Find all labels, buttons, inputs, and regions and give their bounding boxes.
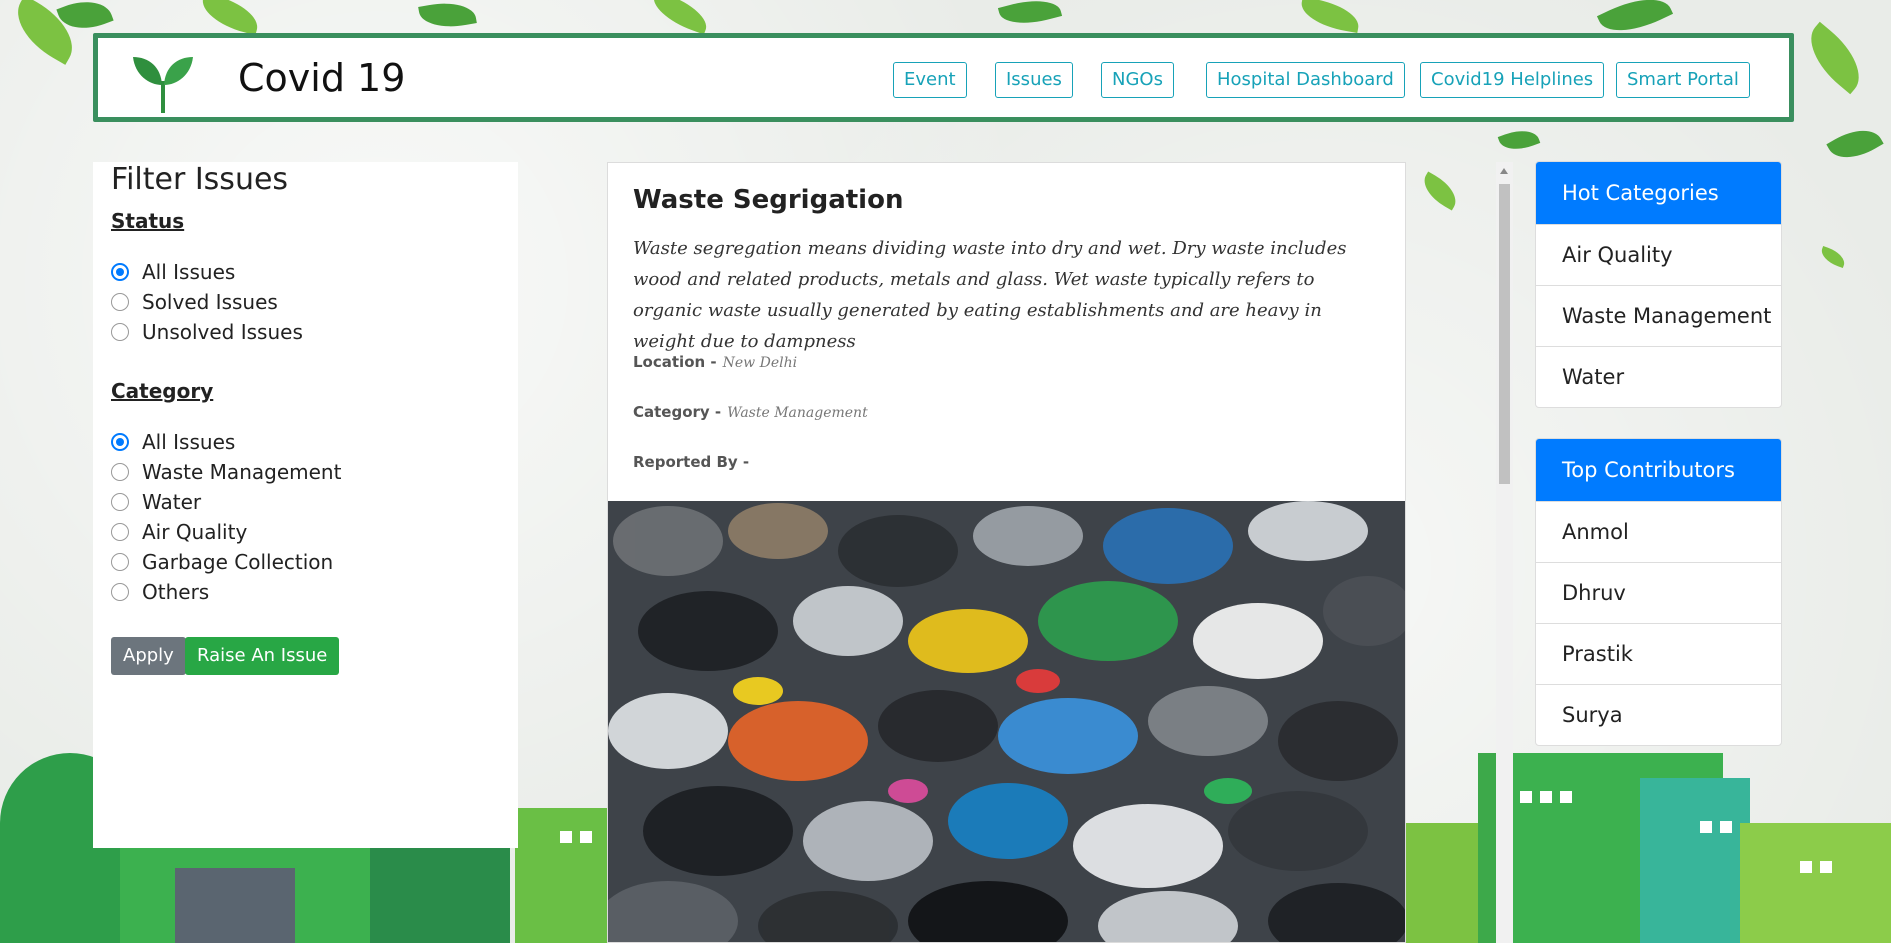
- category-option-label: Waste Management: [142, 460, 342, 484]
- hot-category-item[interactable]: Water: [1536, 346, 1781, 407]
- category-option-label: Water: [142, 490, 202, 514]
- scrollbar-thumb[interactable]: [1499, 184, 1510, 484]
- category-option-garbage-collection[interactable]: Garbage Collection: [111, 548, 333, 576]
- radio-selected[interactable]: [111, 263, 129, 281]
- nav-event-button[interactable]: Event: [893, 62, 967, 98]
- hot-categories-panel: Hot Categories Air Quality Waste Managem…: [1535, 161, 1782, 408]
- category-option-water[interactable]: Water: [111, 488, 201, 516]
- radio[interactable]: [111, 463, 129, 481]
- radio[interactable]: [111, 493, 129, 511]
- status-heading: Status: [111, 209, 185, 233]
- garbage-pile-image: [608, 501, 1405, 942]
- radio[interactable]: [111, 293, 129, 311]
- status-option-label: Unsolved Issues: [142, 320, 303, 344]
- sprout-logo-icon[interactable]: [131, 51, 195, 115]
- hot-category-item[interactable]: Air Quality: [1536, 224, 1781, 285]
- top-navbar: Covid 19 Event Issues NGOs Hospital Dash…: [93, 33, 1794, 122]
- issue-description: Waste segregation means dividing waste i…: [633, 238, 1347, 352]
- contributor-item[interactable]: Surya: [1536, 684, 1781, 745]
- radio[interactable]: [111, 523, 129, 541]
- radio[interactable]: [111, 553, 129, 571]
- category-option-label: Air Quality: [142, 520, 248, 544]
- nav-ngos-button[interactable]: NGOs: [1101, 62, 1174, 98]
- status-option-solved[interactable]: Solved Issues: [111, 288, 278, 316]
- category-label: Category -: [633, 403, 722, 421]
- radio[interactable]: [111, 323, 129, 341]
- nav-issues-button[interactable]: Issues: [995, 62, 1073, 98]
- nav-hospital-dashboard-button[interactable]: Hospital Dashboard: [1206, 62, 1405, 98]
- location-label: Location -: [633, 353, 717, 371]
- category-value: Waste Management: [727, 405, 868, 421]
- filter-title: Filter Issues: [111, 162, 289, 197]
- issue-category: Category - Waste Management: [633, 403, 868, 421]
- status-option-label: Solved Issues: [142, 290, 278, 314]
- nav-covid19-helplines-button[interactable]: Covid19 Helplines: [1420, 62, 1605, 98]
- location-value: New Delhi: [722, 355, 798, 371]
- filter-panel: Filter Issues Status All Issues Solved I…: [93, 162, 518, 848]
- issue-photo: [608, 501, 1405, 942]
- radio[interactable]: [111, 583, 129, 601]
- category-option-label: Others: [142, 580, 210, 604]
- radio-selected[interactable]: [111, 433, 129, 451]
- card-scrollbar[interactable]: [1496, 162, 1513, 943]
- reported-by-label: Reported By -: [633, 453, 750, 471]
- status-option-unsolved[interactable]: Unsolved Issues: [111, 318, 303, 346]
- category-option-label: All Issues: [142, 430, 236, 454]
- apply-button[interactable]: Apply: [111, 637, 186, 675]
- top-contributors-title: Top Contributors: [1536, 439, 1781, 501]
- scroll-up-icon[interactable]: [1500, 168, 1508, 174]
- nav-smart-portal-button[interactable]: Smart Portal: [1616, 62, 1750, 98]
- contributor-item[interactable]: Dhruv: [1536, 562, 1781, 623]
- issue-card: Waste Segrigation Waste segregation mean…: [607, 162, 1406, 943]
- category-option-label: Garbage Collection: [142, 550, 334, 574]
- contributor-item[interactable]: Prastik: [1536, 623, 1781, 684]
- category-option-air-quality[interactable]: Air Quality: [111, 518, 247, 546]
- status-option-label: All Issues: [142, 260, 236, 284]
- category-option-others[interactable]: Others: [111, 578, 209, 606]
- category-option-waste-management[interactable]: Waste Management: [111, 458, 341, 486]
- hot-category-item[interactable]: Waste Management: [1536, 285, 1781, 346]
- issue-location: Location - New Delhi: [633, 353, 797, 371]
- issue-reported-by: Reported By -: [633, 453, 755, 471]
- issue-title: Waste Segrigation: [633, 185, 904, 215]
- contributor-item[interactable]: Anmol: [1536, 501, 1781, 562]
- top-contributors-panel: Top Contributors Anmol Dhruv Prastik Sur…: [1535, 438, 1782, 746]
- brand-title[interactable]: Covid 19: [238, 56, 405, 100]
- raise-issue-button[interactable]: Raise An Issue: [185, 637, 340, 675]
- status-option-all[interactable]: All Issues: [111, 258, 235, 286]
- category-heading: Category: [111, 379, 214, 403]
- hot-categories-title: Hot Categories: [1536, 162, 1781, 224]
- category-option-all[interactable]: All Issues: [111, 428, 235, 456]
